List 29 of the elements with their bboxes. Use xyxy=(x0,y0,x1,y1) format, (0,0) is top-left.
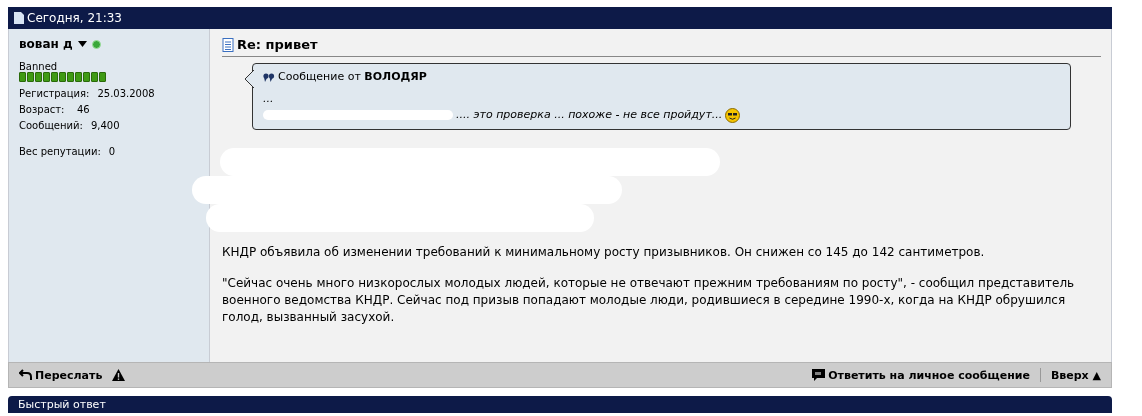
stat-value: 9,400 xyxy=(90,119,120,133)
speech-bubble-icon xyxy=(812,369,826,381)
warning-icon[interactable] xyxy=(112,369,126,381)
document-icon xyxy=(222,37,234,52)
forward-link[interactable]: Переслать xyxy=(19,368,103,382)
post-title: Re: привет xyxy=(237,37,318,52)
stat-value: 46 xyxy=(77,103,90,117)
quote-text: ... xyxy=(263,91,274,107)
quick-reply-title: Быстрый ответ xyxy=(18,398,106,411)
top-link[interactable]: Вверх ▲ xyxy=(1050,368,1101,382)
post-paragraph: КНДР объявила об изменении требований к минимальному росту призывников. Он снижен со 145 до 142 сантиметров. xyxy=(222,244,986,261)
document-icon xyxy=(14,12,24,24)
reply-private-link[interactable]: Ответить на личное сообщение xyxy=(812,368,1030,382)
stat-label: Сообщений: xyxy=(19,119,83,133)
quote-icon xyxy=(263,72,275,82)
stat-value: 25.03.2008 xyxy=(97,87,155,101)
quote-text: .... это проверка ... похоже - не все пройдут... xyxy=(456,107,723,123)
quote-author: Сообщение от ВОЛОДЯР xyxy=(278,69,427,85)
username[interactable]: вован д xyxy=(19,37,73,51)
smiley-icon xyxy=(725,107,741,123)
stat-value: 0 xyxy=(108,145,116,159)
stat-label: Возраст: xyxy=(19,103,66,117)
stat-label: Вес репутации: xyxy=(19,145,101,159)
post-paragraph: "Сейчас очень много низкорослых молодых людей, которые не отвечают прежним требованиям по росту", - сообщил представитель военного ведомства КНДР. Сейчас под призыв попадают молодые люди, родившиеся в середине 1990-х, когда на КНДР обрушился голод, вызванный засухой. xyxy=(222,275,1076,326)
user-title: Banned xyxy=(19,61,59,72)
post-date: Сегодня, 21:33 xyxy=(27,11,122,25)
forward-arrow-icon xyxy=(19,369,32,381)
stat-label: Регистрация: xyxy=(19,87,90,101)
caret-icon[interactable] xyxy=(77,41,87,47)
